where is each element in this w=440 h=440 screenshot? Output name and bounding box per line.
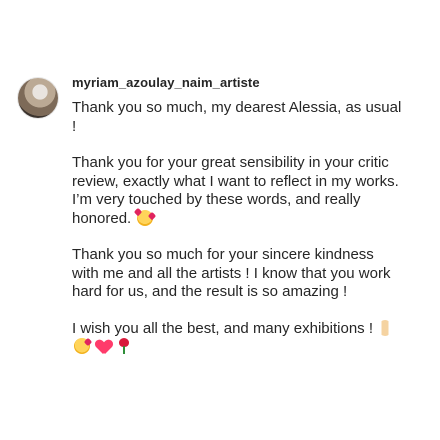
comment-body: myriam_azoulay_naim_artiste Thank you so… bbox=[72, 70, 404, 357]
comment-text-2: Thank you for your great sensibility in … bbox=[72, 154, 399, 227]
comment-text-3: Thank you so much for your sincere kindn… bbox=[72, 246, 391, 300]
comment-paragraph-4: I wish you all the best, and many exhibi… bbox=[72, 319, 404, 357]
avatar[interactable] bbox=[18, 78, 58, 118]
comment-paragraph-1: Thank you so much, my dearest Alessia, a… bbox=[72, 99, 404, 136]
crossed-fingers-icon bbox=[379, 319, 392, 336]
username-link[interactable]: myriam_azoulay_naim_artiste bbox=[72, 74, 404, 92]
comment-paragraph-2: Thank you for your great sensibility in … bbox=[72, 154, 404, 228]
red-heart-icon bbox=[96, 340, 112, 354]
face-blowing-kiss-icon bbox=[74, 338, 90, 354]
rose-icon bbox=[118, 338, 130, 354]
comment-text-1: Thank you so much, my dearest Alessia, a… bbox=[72, 99, 402, 135]
comment: myriam_azoulay_naim_artiste Thank you so… bbox=[18, 70, 428, 357]
comment-thread: myriam_azoulay_naim_artiste Thank you so… bbox=[0, 0, 440, 440]
comment-text-4: I wish you all the best, and many exhibi… bbox=[72, 319, 373, 337]
comment-paragraph-3: Thank you so much for your sincere kindn… bbox=[72, 246, 404, 302]
smiling-face-with-hearts-icon bbox=[137, 209, 154, 226]
